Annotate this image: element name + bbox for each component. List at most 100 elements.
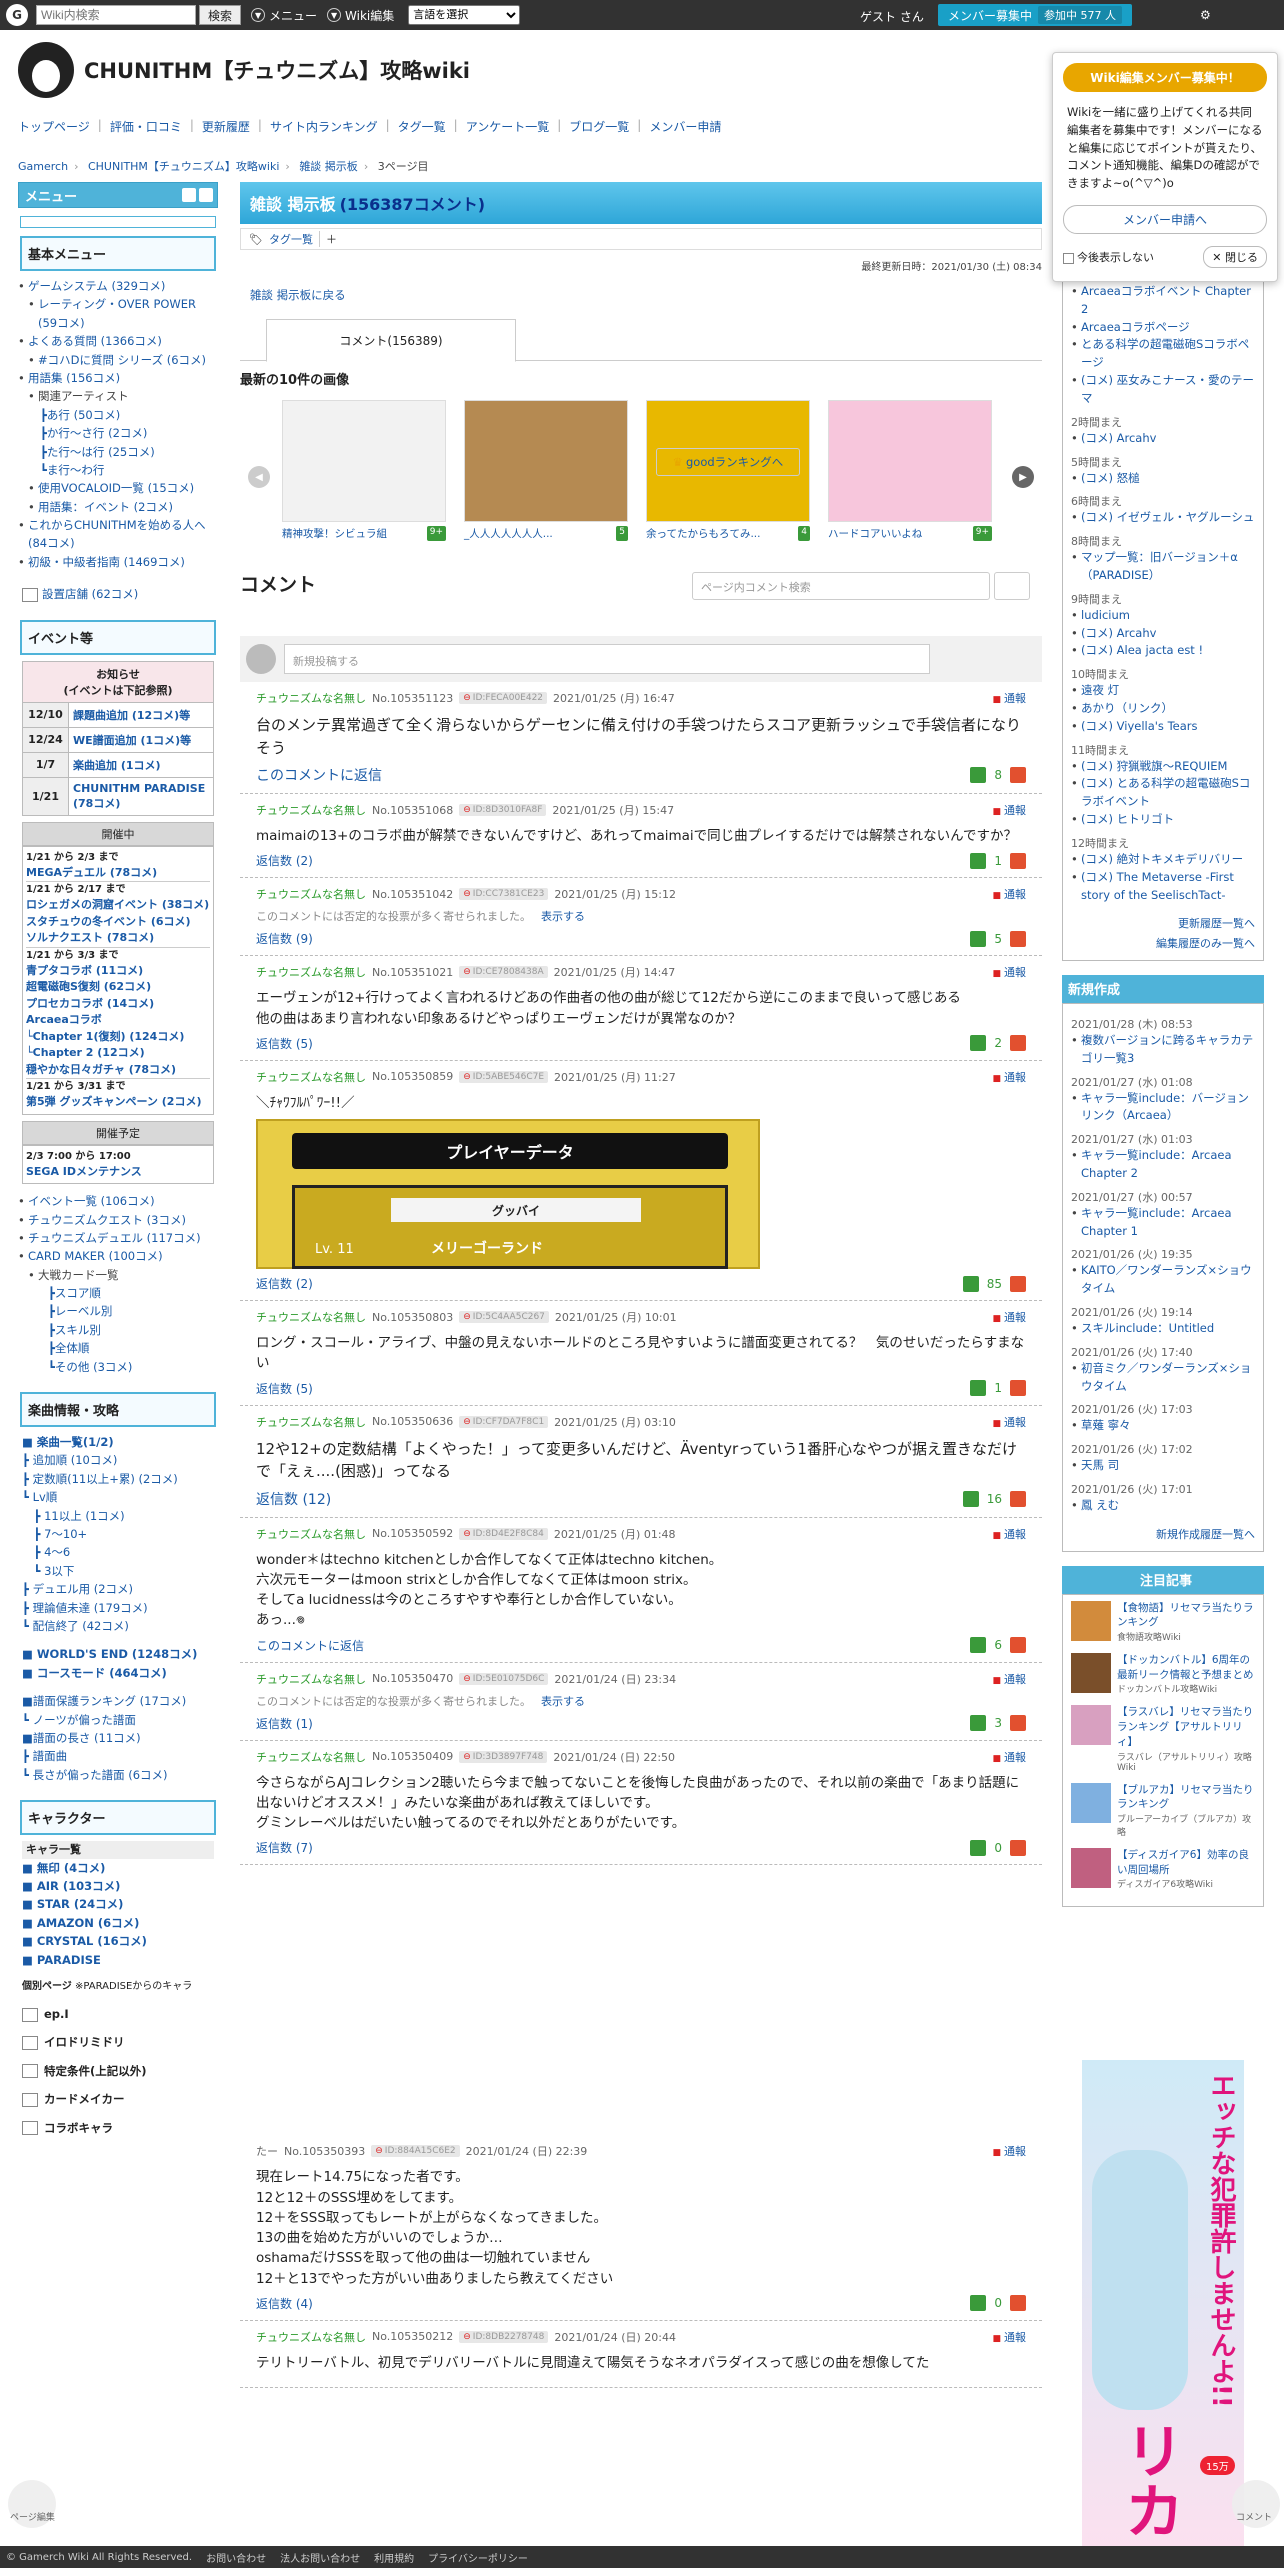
toggle-icon[interactable]: [199, 188, 213, 202]
sidebar-item[interactable]: チュウニズムデュエル (117コメ): [18, 1229, 218, 1248]
new-page-link[interactable]: 天馬 司: [1071, 1457, 1255, 1475]
reply-link[interactable]: 返信数 (5): [256, 1035, 313, 1052]
sidebar-item[interactable]: ゲームシステム (329コメ): [18, 277, 218, 296]
show-link[interactable]: 表示する: [541, 1695, 585, 1708]
gear-icon[interactable]: ⚙: [1200, 8, 1211, 22]
song-link[interactable]: ■ WORLD'S END (1248コメ): [22, 1645, 214, 1663]
song-link[interactable]: ┗ 長さが偏った譜面 (6コメ): [22, 1766, 214, 1784]
event-link[interactable]: └Chapter 1(復刻) (124コメ): [26, 1029, 210, 1046]
notice-link[interactable]: WE譜面追加 (1コメ)等: [68, 726, 214, 753]
reply-link[interactable]: 返信数 (2): [256, 852, 313, 869]
thumbs-up-icon[interactable]: [970, 1035, 987, 1052]
thumbs-down-icon[interactable]: [1010, 852, 1026, 869]
report-link[interactable]: 通報: [992, 2329, 1026, 2345]
thumbs-down-icon[interactable]: [1010, 1490, 1026, 1507]
thumbs-down-icon[interactable]: [1010, 1839, 1026, 1856]
thumbs-up-icon[interactable]: [970, 1715, 987, 1731]
thumbs-down-icon[interactable]: [1010, 1637, 1026, 1653]
song-link[interactable]: ■譜面保護ランキング (17コメ): [22, 1692, 214, 1710]
image-thumbnail[interactable]: [282, 400, 446, 522]
personal-link[interactable]: カードメイカー: [22, 2090, 214, 2108]
reply-link[interactable]: 返信数 (9): [256, 930, 313, 947]
recent-link[interactable]: マップ一覧：旧バージョン＋α（PARADISE）: [1071, 549, 1255, 585]
reply-link[interactable]: 返信数 (4): [256, 2295, 313, 2312]
report-link[interactable]: 通報: [992, 886, 1026, 902]
character-list-title[interactable]: キャラ一覧: [22, 1841, 214, 1859]
featured-item[interactable]: 【ラスバレ】リセマラ当たりランキング【アサルトリリィ】 ラスバレ（アサルトリリィ）…: [1071, 1705, 1255, 1773]
reply-link[interactable]: このコメントに返信: [256, 765, 382, 785]
song-link[interactable]: ■ コースモード (464コメ): [22, 1664, 214, 1682]
notice-link[interactable]: 課題曲追加 (12コメ)等: [68, 701, 214, 728]
character-link[interactable]: ■ 無印 (4コメ): [22, 1859, 214, 1877]
show-link[interactable]: 表示する: [541, 910, 585, 923]
gamerch-logo-icon[interactable]: G: [6, 4, 28, 26]
sidebar-item[interactable]: ┣か行～さ行 (2コメ): [18, 424, 218, 442]
reply-link[interactable]: 返信数 (5): [256, 1380, 313, 1397]
close-button[interactable]: ✕ 閉じる: [1203, 246, 1267, 269]
recent-link[interactable]: Arcaeaコラボイベント Chapter 2: [1071, 283, 1255, 319]
sidebar-item[interactable]: レーティング・OVER POWER (59コメ): [28, 295, 218, 332]
breadcrumb-item[interactable]: 雑談 掲示板: [299, 160, 358, 173]
event-link[interactable]: Arcaeaコラボ: [26, 1012, 210, 1029]
personal-link[interactable]: コラボキャラ: [22, 2119, 214, 2137]
site-logo-icon[interactable]: [18, 42, 74, 98]
report-link[interactable]: 通報: [992, 1671, 1026, 1687]
reply-link[interactable]: 返信数 (1): [256, 1715, 313, 1732]
thumbs-down-icon[interactable]: [1010, 1715, 1026, 1731]
event-link[interactable]: 穏やかな日々ガチャ (78コメ): [26, 1062, 210, 1079]
recent-link[interactable]: ludicium: [1071, 607, 1255, 625]
song-link[interactable]: ■譜面の長さ (11コメ): [22, 1729, 214, 1747]
character-link[interactable]: ■ PARADISE: [22, 1951, 214, 1969]
new-page-link[interactable]: キャラ一覧include：バージョンリンク（Arcaea）: [1071, 1090, 1255, 1126]
character-link[interactable]: ■ CRYSTAL (16コメ): [22, 1932, 214, 1950]
song-link[interactable]: ┗ ノーツが偏った譜面: [22, 1711, 214, 1729]
nav-ranking[interactable]: サイト内ランキング: [270, 118, 378, 135]
breadcrumb-item[interactable]: Gamerch: [18, 160, 68, 173]
sidebar-item[interactable]: 用語集：イベント (2コメ): [28, 498, 218, 517]
nav-top[interactable]: トップページ: [18, 118, 90, 135]
song-link[interactable]: ┣ 追加順 (10コメ): [22, 1451, 214, 1469]
sidebar-item[interactable]: ┗その他 (3コメ): [18, 1358, 218, 1376]
language-select[interactable]: 言語を選択: [408, 5, 521, 25]
report-link[interactable]: 通報: [992, 690, 1026, 706]
event-link[interactable]: └Chapter 2 (12コメ): [26, 1045, 210, 1062]
tag-list-link[interactable]: タグ一覧: [269, 231, 313, 247]
character-link[interactable]: ■ AIR (103コメ): [22, 1877, 214, 1895]
event-link[interactable]: スタチュウの冬イベント (6コメ): [26, 914, 210, 931]
sidebar-item[interactable]: CARD MAKER (100コメ): [18, 1247, 218, 1266]
advertisement[interactable]: エッチな犯罪許しませんよ!! リカ 15万: [1082, 2060, 1244, 2568]
member-apply-button[interactable]: メンバー申請へ: [1063, 205, 1267, 235]
thumbs-up-icon[interactable]: [970, 2295, 987, 2312]
personal-link[interactable]: イロドリミドリ: [22, 2033, 214, 2051]
thumbs-down-icon[interactable]: [1010, 767, 1026, 783]
song-link[interactable]: ┗ 3以下: [22, 1562, 214, 1580]
reply-link[interactable]: 返信数 (2): [256, 1275, 313, 1292]
report-link[interactable]: 通報: [992, 964, 1026, 980]
thumbs-up-icon[interactable]: [970, 930, 987, 947]
song-link[interactable]: ┣ 11以上 (1コメ): [22, 1507, 214, 1525]
menu-dropdown[interactable]: ▼ メニュー: [251, 7, 317, 24]
sidebar-item[interactable]: ┣レーベル別: [18, 1302, 218, 1320]
nav-history[interactable]: 更新履歴: [202, 118, 250, 135]
event-link[interactable]: SEGA IDメンテナンス: [26, 1164, 210, 1181]
song-link[interactable]: ┗ 配信終了 (42コメ): [22, 1617, 214, 1635]
sidebar-item[interactable]: ┣全体順: [18, 1339, 218, 1357]
song-link[interactable]: ┣ 譜面曲: [22, 1747, 214, 1765]
new-page-link[interactable]: 初音ミク／ワンダーランズ×ショウタイム: [1071, 1360, 1255, 1396]
nav-blog[interactable]: ブログ一覧: [569, 118, 629, 135]
chevron-right-icon[interactable]: ▶: [1012, 466, 1034, 488]
new-page-link[interactable]: 鳳 えむ: [1071, 1497, 1255, 1515]
shop-link-label[interactable]: 設置店舗 (62コメ): [42, 587, 138, 601]
recent-link[interactable]: (コメ) Alea jacta est !: [1071, 642, 1255, 660]
site-title[interactable]: CHUNITHM【チュウニズム】攻略wiki: [84, 55, 470, 85]
thumbs-down-icon[interactable]: [1010, 930, 1026, 947]
thumbs-up-icon[interactable]: [970, 767, 987, 783]
song-link[interactable]: ┣ 理論値未達 (179コメ): [22, 1599, 214, 1617]
good-ranking-button[interactable]: ♛ goodランキングへ: [656, 448, 800, 476]
image-card[interactable]: _人人人人人人人... 5: [464, 400, 628, 550]
thumbs-down-icon[interactable]: [1010, 1275, 1026, 1292]
recent-link[interactable]: 遠夜 灯: [1071, 682, 1255, 700]
image-card[interactable]: ハードコアいいよね 9+: [828, 400, 992, 550]
song-link[interactable]: ┣ デュエル用 (2コメ): [22, 1580, 214, 1598]
sidebar-item[interactable]: 用語集 (156コメ): [18, 369, 218, 388]
